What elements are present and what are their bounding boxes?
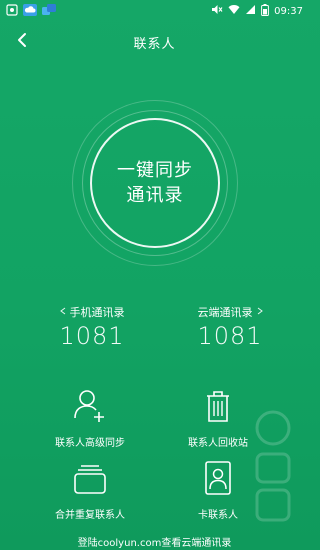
sync-app-icon bbox=[42, 3, 56, 19]
app-header: 联系人 bbox=[0, 22, 309, 62]
signal-icon bbox=[245, 4, 256, 18]
wifi-icon bbox=[228, 4, 240, 18]
sync-label-line1: 一键同步 bbox=[117, 160, 193, 181]
one-click-sync-button[interactable]: 一键同步 通讯录 bbox=[90, 118, 220, 248]
status-left-icons bbox=[6, 3, 56, 19]
phone-contacts-label-row: 手机通讯录 bbox=[32, 304, 152, 320]
phone-contacts-value: 1081 bbox=[59, 322, 125, 350]
advanced-sync-label: 联系人高级同步 bbox=[55, 438, 125, 449]
add-user-icon bbox=[70, 386, 110, 426]
mute-icon bbox=[211, 4, 223, 18]
sim-contacts-label: 卡联系人 bbox=[198, 510, 238, 521]
coolyun-login-link[interactable]: 登陆coolyun.com查看云端通讯录 bbox=[0, 534, 309, 549]
merge-duplicates-label: 合并重复联系人 bbox=[55, 510, 125, 521]
status-right-icons: 09:37 bbox=[211, 3, 303, 19]
phone-contacts-label: 手机通讯录 bbox=[69, 306, 125, 319]
merge-cards-icon bbox=[70, 458, 110, 498]
arrow-left-icon bbox=[59, 307, 66, 317]
sync-circle: 一键同步 通讯录 bbox=[72, 100, 238, 266]
cloud-icon bbox=[23, 3, 37, 19]
recycle-bin-label: 联系人回收站 bbox=[188, 438, 248, 449]
chevron-left-icon bbox=[16, 32, 28, 52]
contact-card-icon bbox=[198, 458, 238, 498]
cloud-contacts-label-row: 云端通讯录 bbox=[170, 304, 290, 320]
status-time: 09:37 bbox=[274, 5, 303, 17]
sim-contacts-button[interactable]: 卡联系人 bbox=[158, 458, 278, 521]
cloud-contacts-count[interactable]: 云端通讯录 1081 bbox=[170, 304, 290, 350]
status-bar: 09:37 bbox=[0, 0, 309, 22]
cloud-contacts-value: 1081 bbox=[197, 322, 263, 350]
advanced-sync-button[interactable]: 联系人高级同步 bbox=[30, 386, 150, 449]
back-button[interactable] bbox=[10, 30, 34, 54]
merge-duplicates-button[interactable]: 合并重复联系人 bbox=[30, 458, 150, 521]
contacts-recycle-bin-button[interactable]: 联系人回收站 bbox=[158, 386, 278, 449]
cloud-contacts-label: 云端通讯录 bbox=[197, 306, 253, 319]
page-title: 联系人 bbox=[133, 36, 176, 52]
phone-contacts-count[interactable]: 手机通讯录 1081 bbox=[32, 304, 152, 350]
trash-icon bbox=[198, 386, 238, 426]
arrow-right-icon bbox=[257, 307, 263, 317]
sync-label-line2: 通讯录 bbox=[126, 185, 184, 206]
screenshot-icon bbox=[6, 3, 18, 19]
battery-icon bbox=[261, 3, 270, 19]
